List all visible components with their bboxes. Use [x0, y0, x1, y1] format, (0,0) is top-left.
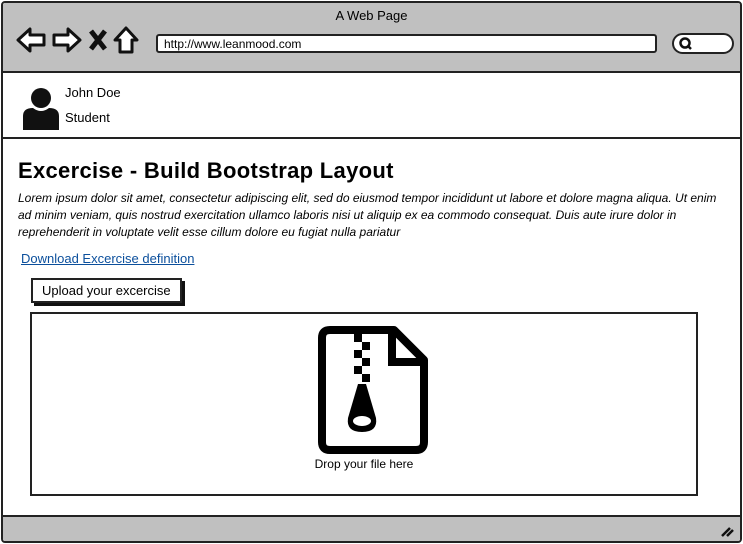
window-title: A Web Page: [335, 8, 408, 23]
avatar: [23, 88, 59, 130]
description: Lorem ipsum dolor sit amet, consectetur …: [18, 191, 717, 239]
resize-grip-icon[interactable]: [720, 525, 734, 537]
upload-button[interactable]: Upload your excercise: [31, 278, 182, 303]
browser-chrome: A Web Page http://www.leanmood.com: [3, 3, 740, 73]
back-arrow-icon[interactable]: [15, 25, 47, 55]
search-box[interactable]: [672, 33, 734, 54]
file-dropzone[interactable]: Drop your file here: [30, 312, 698, 496]
user-name: John Doe: [65, 85, 121, 100]
forward-arrow-icon[interactable]: [51, 25, 83, 55]
search-icon: [679, 37, 692, 50]
dropzone-label: Drop your file here: [314, 457, 414, 471]
user-role: Student: [65, 110, 110, 125]
download-link[interactable]: Download Excercise definition: [21, 251, 194, 266]
status-bar: [3, 515, 740, 541]
close-icon[interactable]: [87, 25, 109, 55]
user-header: John Doe Student: [3, 73, 740, 139]
home-icon[interactable]: [113, 25, 139, 55]
page-title: Excercise - Build Bootstrap Layout: [18, 158, 394, 183]
zip-file-icon: [318, 326, 428, 454]
browser-window: A Web Page http://www.leanmood.com John …: [1, 1, 742, 543]
address-bar[interactable]: http://www.leanmood.com: [156, 34, 657, 53]
